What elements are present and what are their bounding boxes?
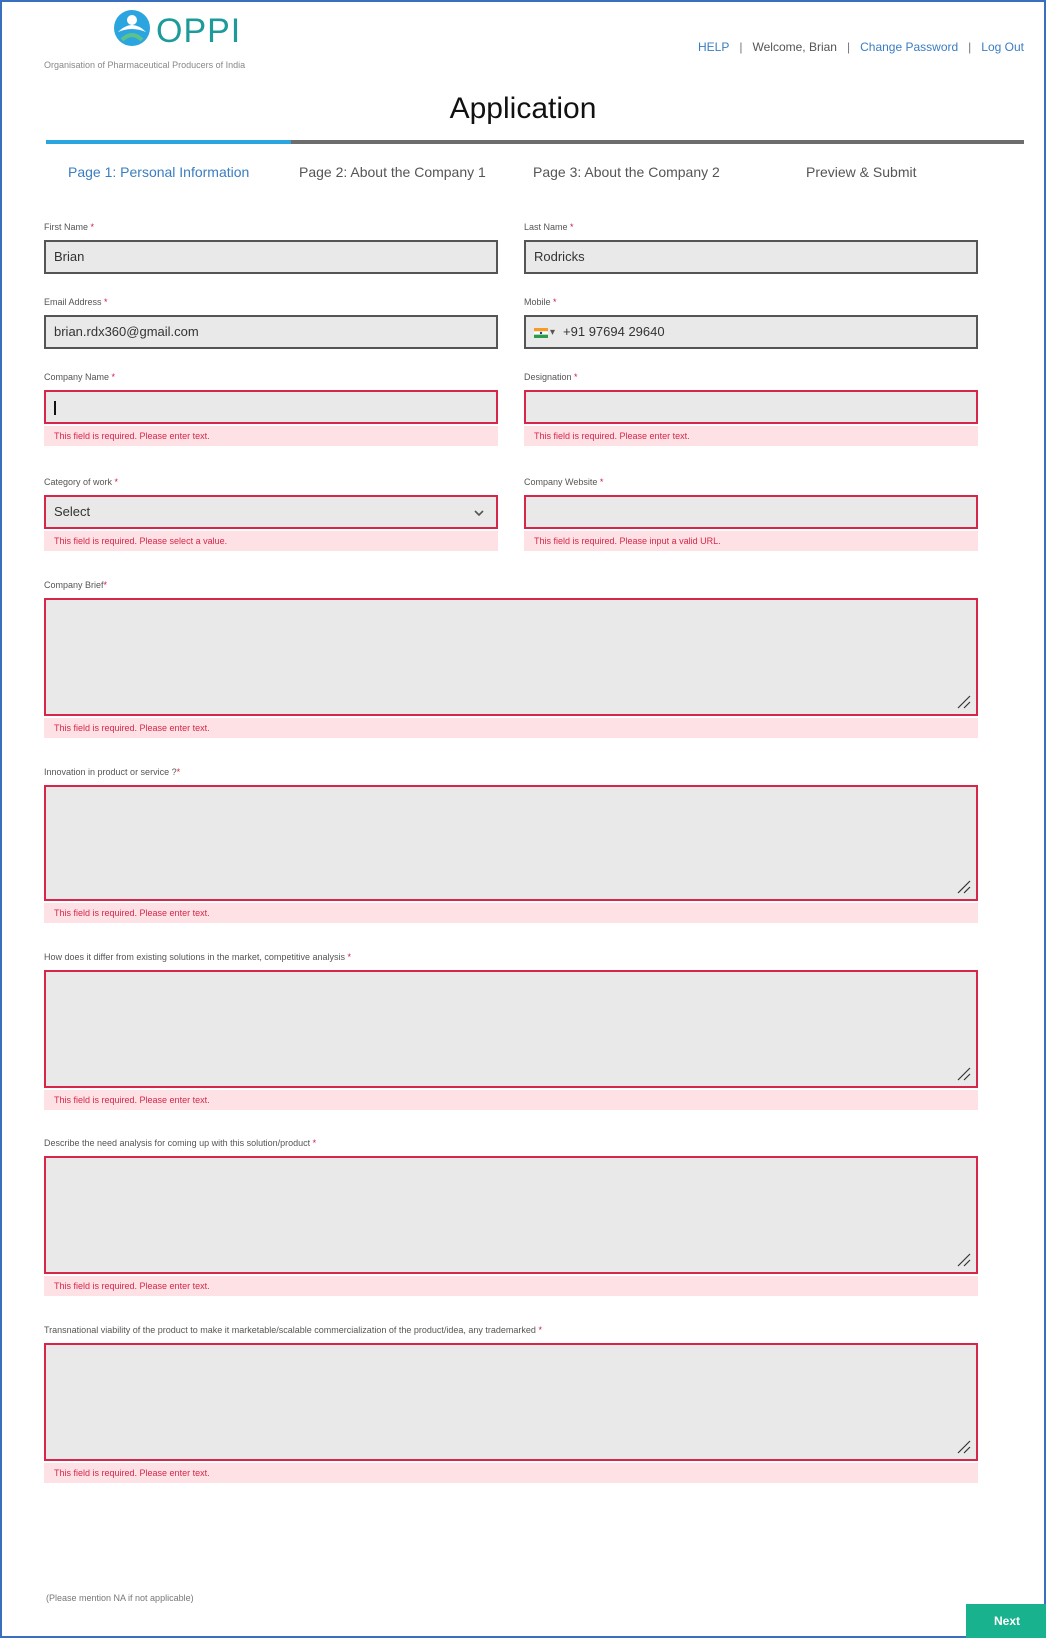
logo-tagline: Organisation of Pharmaceutical Producers… <box>44 60 246 70</box>
step-tabs: Page 1: Personal Information Page 2: Abo… <box>46 164 1024 190</box>
tab-personal-information[interactable]: Page 1: Personal Information <box>68 164 249 180</box>
nav-separator: | <box>739 40 743 54</box>
resize-handle-icon[interactable] <box>954 877 972 895</box>
company-brief-error: This field is required. Please enter tex… <box>44 718 978 738</box>
differ-error: This field is required. Please enter tex… <box>44 1090 978 1110</box>
tab-preview-submit[interactable]: Preview & Submit <box>806 164 916 180</box>
tab-about-company-1[interactable]: Page 2: About the Company 1 <box>299 164 486 180</box>
nav-separator: | <box>846 40 851 54</box>
chevron-down-icon <box>474 510 484 517</box>
website-input[interactable] <box>524 495 978 529</box>
progress-bar <box>46 140 1024 144</box>
category-select[interactable]: Select <box>44 495 498 529</box>
required-marker: * <box>574 372 578 382</box>
last-name-label: Last Name <box>524 222 568 232</box>
designation-input[interactable] <box>524 390 978 424</box>
page-title: Application <box>449 92 597 125</box>
category-label: Category of work <box>44 477 113 487</box>
text-cursor <box>54 400 56 415</box>
required-marker: * <box>114 477 119 487</box>
required-marker: * <box>570 222 574 232</box>
differ-textarea[interactable] <box>44 970 978 1088</box>
innovation-textarea[interactable] <box>44 785 978 901</box>
differ-group: How does it differ from existing solutio… <box>44 952 978 1110</box>
designation-error: This field is required. Please enter tex… <box>524 426 978 446</box>
welcome-text: Welcome, Brian <box>752 40 837 54</box>
differ-label: How does it differ from existing solutio… <box>44 952 345 962</box>
resize-handle-icon[interactable] <box>954 692 972 710</box>
need-analysis-label: Describe the need analysis for coming up… <box>44 1138 311 1148</box>
logout-link[interactable]: Log Out <box>981 40 1024 54</box>
mobile-group: Mobile * ▾ +91 97694 29640 <box>524 297 978 349</box>
na-note: (Please mention NA if not applicable) <box>46 1593 194 1603</box>
required-marker: * <box>553 297 557 307</box>
last-name-input[interactable]: Rodricks <box>524 240 978 274</box>
last-name-group: Last Name * Rodricks <box>524 222 978 274</box>
required-marker: * <box>538 1325 542 1335</box>
mobile-input[interactable]: ▾ +91 97694 29640 <box>524 315 978 349</box>
required-marker: * <box>312 1138 317 1148</box>
email-group: Email Address * brian.rdx360@gmail.com <box>44 297 498 349</box>
resize-handle-icon[interactable] <box>954 1437 972 1455</box>
resize-handle-icon[interactable] <box>954 1064 972 1082</box>
innovation-group: Innovation in product or service ?* This… <box>44 767 978 923</box>
required-marker: * <box>176 767 181 777</box>
help-link[interactable]: HELP <box>698 40 729 54</box>
tab-about-company-2[interactable]: Page 3: About the Company 2 <box>533 164 720 180</box>
category-group: Category of work * Select This field is … <box>44 477 498 551</box>
required-marker: * <box>599 477 604 487</box>
resize-handle-icon[interactable] <box>954 1250 972 1268</box>
viability-label: Transnational viability of the product t… <box>44 1325 536 1335</box>
need-analysis-textarea[interactable] <box>44 1156 978 1274</box>
oppi-logo[interactable]: OPPI Organisation of Pharmaceutical Prod… <box>44 6 364 70</box>
first-name-group: First Name * Brian <box>44 222 498 274</box>
required-marker: * <box>347 952 351 962</box>
viability-textarea[interactable] <box>44 1343 978 1461</box>
company-brief-group: Company Brief* This field is required. P… <box>44 580 978 738</box>
viability-error: This field is required. Please enter tex… <box>44 1463 978 1483</box>
company-name-group: Company Name * This field is required. P… <box>44 372 498 446</box>
need-analysis-group: Describe the need analysis for coming up… <box>44 1138 978 1296</box>
next-button[interactable]: Next <box>966 1604 1046 1638</box>
change-password-link[interactable]: Change Password <box>860 40 958 54</box>
innovation-label: Innovation in product or service ? <box>44 767 177 777</box>
website-group: Company Website * This field is required… <box>524 477 978 551</box>
viability-group: Transnational viability of the product t… <box>44 1325 978 1483</box>
first-name-input[interactable]: Brian <box>44 240 498 274</box>
required-marker: * <box>111 372 116 382</box>
need-analysis-error: This field is required. Please enter tex… <box>44 1276 978 1296</box>
email-label: Email Address <box>44 297 102 307</box>
nav-separator: | <box>968 40 972 54</box>
mobile-number: +91 97694 29640 <box>563 324 665 339</box>
oppi-logo-icon <box>114 10 150 46</box>
required-marker: * <box>104 297 108 307</box>
email-input[interactable]: brian.rdx360@gmail.com <box>44 315 498 349</box>
category-error: This field is required. Please select a … <box>44 531 498 551</box>
progress-bar-fill <box>46 140 291 144</box>
mobile-label: Mobile <box>524 297 551 307</box>
company-name-error: This field is required. Please enter tex… <box>44 426 498 446</box>
category-select-value: Select <box>54 504 91 519</box>
first-name-label: First Name <box>44 222 89 232</box>
country-dropdown-caret-icon[interactable]: ▾ <box>550 318 555 347</box>
company-name-label: Company Name <box>44 372 110 382</box>
company-brief-label: Company Brief <box>44 580 104 590</box>
required-marker: * <box>90 222 95 232</box>
innovation-error: This field is required. Please enter tex… <box>44 903 978 923</box>
designation-group: Designation * This field is required. Pl… <box>524 372 978 446</box>
website-label: Company Website <box>524 477 598 487</box>
top-navigation: HELP | Welcome, Brian | Change Password | Log … <box>698 40 1024 54</box>
required-marker: * <box>103 580 108 590</box>
logo-text: OPPI <box>156 12 242 50</box>
india-flag-icon[interactable] <box>534 327 548 338</box>
designation-label: Designation <box>524 372 572 382</box>
website-error: This field is required. Please input a v… <box>524 531 978 551</box>
company-brief-textarea[interactable] <box>44 598 978 716</box>
company-name-input[interactable] <box>44 390 498 424</box>
